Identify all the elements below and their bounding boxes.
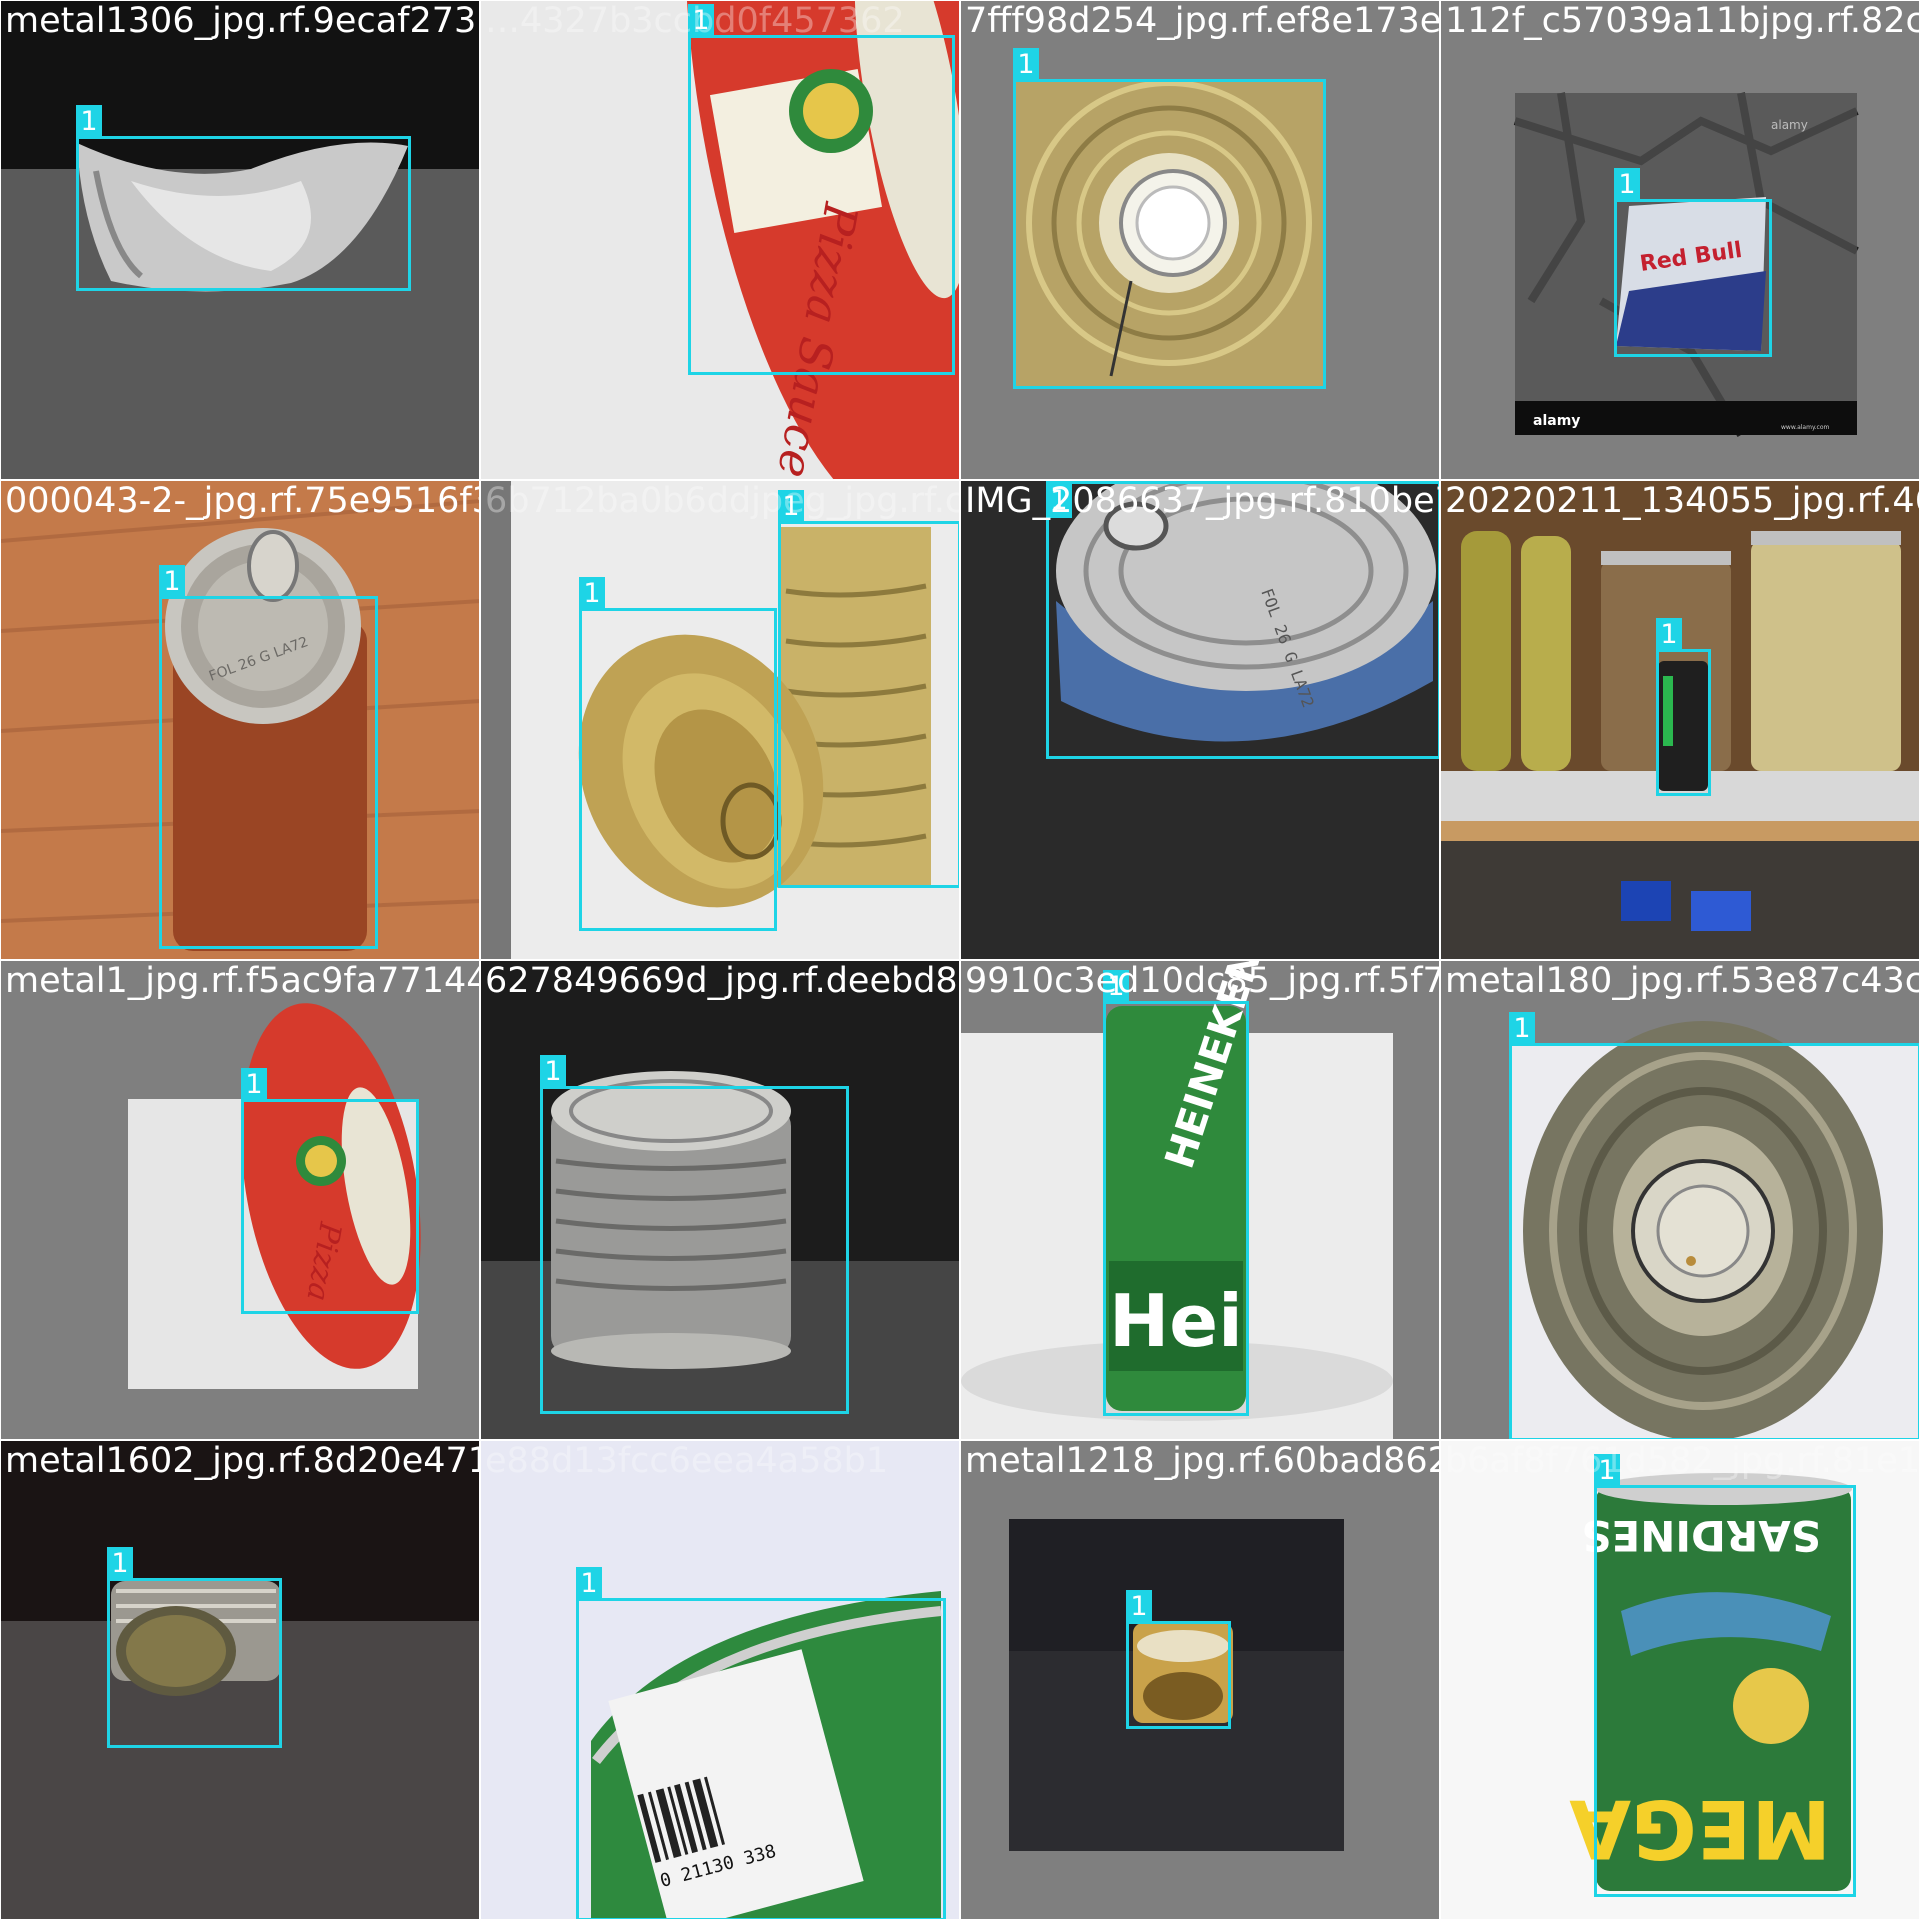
tile-filename: 20220211_134055_jpg.rf.46 — [1445, 481, 1920, 521]
tile: 7fff98d254_jpg.rf.ef8e173e2a 1 — [960, 0, 1440, 480]
tile: Pizza metal1_jpg.rf.f5ac9fa77144 1 — [0, 960, 480, 1440]
watermark: alamy — [1771, 118, 1808, 132]
detection-box: 1 — [159, 565, 378, 949]
detection-box: 1 — [1126, 1590, 1231, 1729]
image-mosaic-grid: metal1306_jpg.rf.9ecaf27372 1 Pizza Sauc… — [0, 0, 1920, 1920]
tile: Pizza Sauce …4327b3ccbd0f457362 1 — [480, 0, 960, 480]
tile: metal1218_jpg.rf.60bad8623 1 — [960, 1440, 1440, 1920]
tile: 0 21130 338 e88d13fcc6eea4a58b1 1 — [480, 1440, 960, 1920]
tile-filename: metal180_jpg.rf.53e87c43c9 — [1445, 961, 1920, 1001]
detection-box: 1 — [576, 1567, 946, 1919]
tile-filename: b6af8f761d582_jpg.rf.81e1ca0ba — [1445, 1441, 1920, 1481]
tile-filename: 9910c3ed10dc85_jpg.rf.5f7add — [965, 961, 1439, 1001]
detection-box: 1 — [1594, 1454, 1856, 1897]
detection-class-tag: 1 — [241, 1068, 267, 1102]
detection-box: 1 — [1103, 970, 1249, 1416]
detection-box: 1 — [688, 4, 955, 375]
detection-class-tag: 1 — [576, 1567, 602, 1601]
tile-filename: IMG_2086637_jpg.rf.810be7ab — [965, 481, 1439, 521]
detection-box: 1 — [241, 1068, 419, 1314]
tile: 20220211_134055_jpg.rf.46 1 — [1440, 480, 1920, 960]
tile: metal1602_jpg.rf.8d20e4713 1 — [0, 1440, 480, 1920]
tile: Red Bull alamy www.alamy.com alamy 112f_… — [1440, 0, 1920, 480]
detection-class-tag: 1 — [107, 1547, 133, 1581]
tile-filename: metal1306_jpg.rf.9ecaf27372 — [5, 1, 480, 41]
tile: 6b712ba0b6ddjpeg_jpg.rf.c8 1 1 — [480, 480, 960, 960]
detection-class-tag: 1 — [1614, 168, 1640, 202]
detection-class-tag: 1 — [540, 1055, 566, 1089]
tile-filename: 7fff98d254_jpg.rf.ef8e173e2a — [965, 1, 1440, 41]
tile: SARDINES MEGA b6af8f761d582_jpg.rf.81e1c… — [1440, 1440, 1920, 1920]
tile-filename: 627849669d_jpg.rf.deebd8b7 — [485, 961, 960, 1001]
detection-class-tag: 1 — [159, 565, 185, 599]
tile-filename: 6b712ba0b6ddjpeg_jpg.rf.c8 — [485, 481, 960, 521]
detection-box: 1 — [1509, 1012, 1919, 1439]
tile: FOL 26 G LA72 IMG_2086637_jpg.rf.810be7a… — [960, 480, 1440, 960]
detection-class-tag: 1 — [76, 105, 102, 139]
detection-class-tag: 1 — [1509, 1012, 1535, 1046]
watermark-url: www.alamy.com — [1781, 424, 1830, 431]
detection-box: 1 — [76, 105, 411, 291]
tile-filename: 112f_c57039a11bjpg.rf.82c86 — [1445, 1, 1920, 41]
detection-box: 1 — [1013, 48, 1326, 389]
detection-box: 1 — [778, 490, 959, 888]
detection-class-tag: 1 — [1656, 618, 1682, 652]
tile: 627849669d_jpg.rf.deebd8b7 1 — [480, 960, 960, 1440]
detection-box: 1 — [579, 577, 777, 931]
detection-class-tag: 1 — [1013, 48, 1039, 82]
tile-filename: metal1_jpg.rf.f5ac9fa77144 — [5, 961, 480, 1001]
tile: metal180_jpg.rf.53e87c43c9 1 — [1440, 960, 1920, 1440]
tile: FOL 26 G LA72 000043-2-_jpg.rf.75e9516f3… — [0, 480, 480, 960]
tile-filename: e88d13fcc6eea4a58b1 — [485, 1441, 889, 1481]
detection-box: 1 — [540, 1055, 849, 1414]
detection-class-tag: 1 — [579, 577, 605, 611]
tile: metal1306_jpg.rf.9ecaf27372 1 — [0, 0, 480, 480]
detection-box: 1 — [1614, 168, 1772, 357]
detection-box: 1 — [107, 1547, 282, 1748]
tile-filename: metal1218_jpg.rf.60bad8623 — [965, 1441, 1440, 1481]
detection-box: 1 — [1656, 618, 1711, 796]
tile-filename: …4327b3ccbd0f457362 — [485, 1, 905, 41]
tile-filename: metal1602_jpg.rf.8d20e4713 — [5, 1441, 480, 1481]
watermark-caption: alamy — [1533, 413, 1580, 429]
detection-class-tag: 1 — [1126, 1590, 1152, 1624]
tile-filename: 000043-2-_jpg.rf.75e9516f3f — [5, 481, 480, 521]
tile: HEINEKEN Hei 9910c3ed10dc85_jpg.rf.5f7ad… — [960, 960, 1440, 1440]
